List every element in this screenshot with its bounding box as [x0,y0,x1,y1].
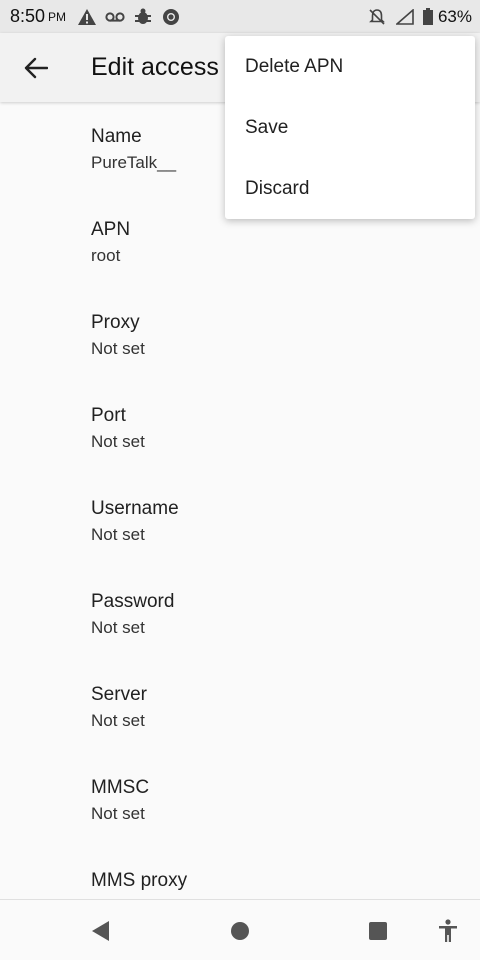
nav-back-icon [92,921,109,941]
pref-title: Password [91,591,175,612]
nav-home-button[interactable] [225,916,255,946]
navigation-bar [0,899,480,960]
pref-port[interactable]: Port Not set [0,381,480,474]
menu-item-save[interactable]: Save [225,97,475,158]
pref-summary: Not set [91,804,145,823]
pref-title: MMS proxy [91,870,188,891]
pref-summary: Not set [91,618,145,637]
battery-icon [422,7,434,27]
arrow-back-icon [24,57,48,78]
pref-server[interactable]: Server Not set [0,660,480,753]
overflow-menu: Delete APN Save Discard [225,36,475,219]
pref-title: Port [91,405,126,426]
pref-summary: Not set [91,525,145,544]
voicemail-icon [104,7,126,27]
pref-title: Username [91,498,179,519]
pref-title: Server [91,684,147,705]
pref-mms-proxy[interactable]: MMS proxy [0,846,480,899]
battery-percentage: 63% [437,6,472,26]
nav-recents-icon [369,922,387,940]
nav-back-button[interactable] [86,916,116,946]
pref-summary: Not set [91,432,145,451]
signal-icon [394,7,416,27]
pref-title: APN [91,219,131,240]
pref-title: MMSC [91,777,150,798]
menu-item-delete-apn[interactable]: Delete APN [225,36,475,97]
pref-proxy[interactable]: Proxy Not set [0,288,480,381]
pref-mmsc[interactable]: MMSC Not set [0,753,480,846]
status-time: 8:50 [10,6,46,26]
pref-summary: Not set [91,711,145,730]
status-ampm: PM [48,9,67,24]
back-button[interactable] [0,33,72,102]
pref-summary: Not set [91,339,145,358]
chrome-icon [160,7,182,27]
pref-password[interactable]: Password Not set [0,567,480,660]
bug-icon [132,7,154,27]
pref-title: Proxy [91,312,140,333]
nav-recents-button[interactable] [363,916,393,946]
accessibility-button[interactable] [433,916,463,946]
pref-summary: root [91,246,121,265]
pref-username[interactable]: Username Not set [0,474,480,567]
nav-home-icon [231,922,249,940]
notifications-off-icon [366,7,388,27]
menu-item-discard[interactable]: Discard [225,158,475,219]
accessibility-icon [439,919,457,942]
warning-icon [76,7,98,27]
status-bar: 8:50 PM 63% [0,0,480,33]
apn-settings-list: Name PureTalk__ APN root Proxy Not set P… [0,102,480,899]
